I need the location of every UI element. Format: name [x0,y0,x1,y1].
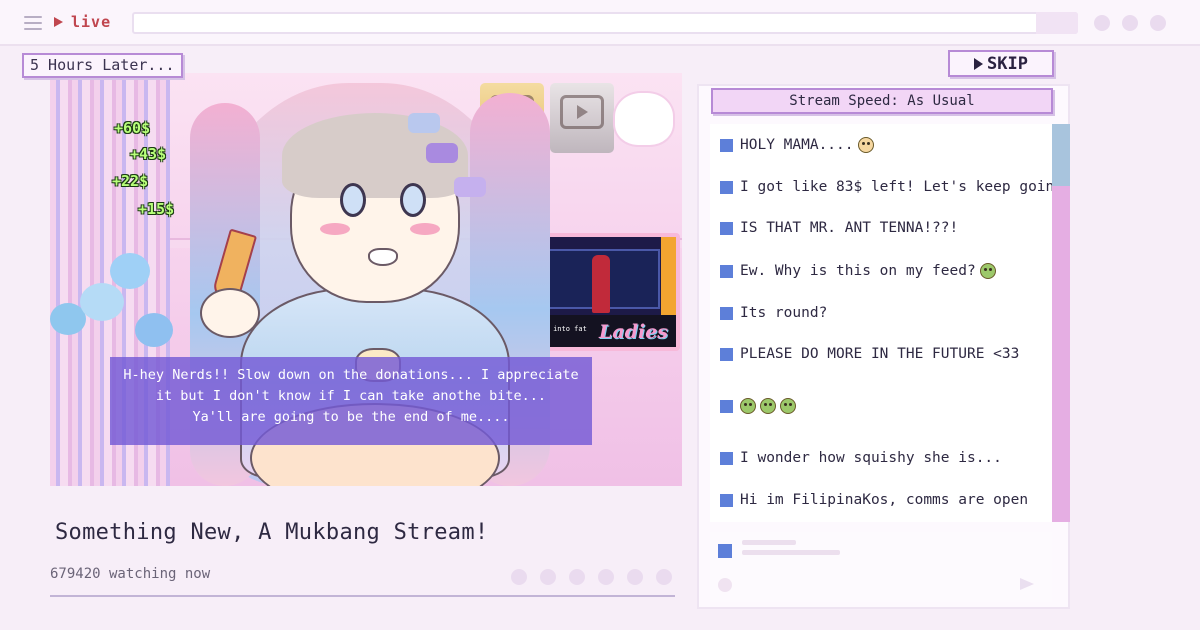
chat-message: Hi im FilipinaKos, comms are open [720,492,1028,508]
play-icon [974,57,984,70]
sick-face-emoji-icon [780,398,796,414]
character-hand [200,288,260,338]
window-dot-1[interactable] [1094,15,1110,31]
play-icon [54,17,63,27]
live-label: live [71,13,112,31]
character-eye-left [340,183,366,217]
chat-message: Ew. Why is this on my feed? [720,263,996,279]
monitor-figure [592,255,610,313]
chat-message: IS THAT MR. ANT TENNA!??! [720,220,958,236]
chat-scroll-thumb[interactable] [1052,124,1070,186]
chat-message-text: IS THAT MR. ANT TENNA!??! [740,220,959,236]
viewer-count: 679420 watching now [50,566,211,582]
chat-message: Its round? [720,305,827,321]
chat-message [720,398,796,414]
window-dot-2[interactable] [1122,15,1138,31]
hair-bow-icon [454,177,486,197]
browser-top-bar: live [0,0,1200,46]
action-dot[interactable] [511,569,527,585]
input-placeholder-line [742,550,840,555]
heart-balloon [80,283,124,321]
action-dot[interactable] [627,569,643,585]
video-player[interactable]: ♥ im into fat Ladies +60$ +43$ +22$ +15$… [50,73,682,486]
user-square-icon [720,306,733,320]
chat-scrollbar[interactable] [1052,124,1070,522]
monitor-logo-text: Ladies [599,321,668,343]
subtitle-line: it but I don't know if I can take anothe… [155,388,547,404]
stream-speed-bar: Stream Speed: As Usual [711,88,1053,114]
stream-title: Something New, A Mukbang Stream! [55,520,489,545]
chat-message-text: I wonder how squishy she is... [740,450,1002,466]
action-dot[interactable] [540,569,556,585]
user-square-icon [720,493,733,507]
user-square-icon [720,451,733,465]
address-bar-button[interactable] [1036,12,1078,34]
window-dot-3[interactable] [1150,15,1166,31]
donation-amount: +43$ [130,145,167,163]
subtitle-line: Ya'll are going to be the end of me.... [192,409,510,425]
sick-face-emoji-icon [760,398,776,414]
action-dot[interactable] [569,569,585,585]
title-divider [50,595,675,597]
chat-message: I got like 83$ left! Let's keep going! [720,179,1072,195]
silver-play-button-award [550,83,614,153]
chat-message-text: PLEASE DO MORE IN THE FUTURE <33 [740,346,1020,362]
subtitle-line: H-hey Nerds!! Slow down on the donations… [123,367,579,383]
cat-plush [615,93,673,145]
input-placeholder-line [742,540,796,545]
window-controls [1094,15,1166,31]
action-dot[interactable] [656,569,672,585]
action-dots [511,569,672,585]
subtitle-box: H-hey Nerds!! Slow down on the donations… [110,357,592,445]
user-square-icon [720,399,733,413]
live-indicator: live [54,13,111,31]
chat-message-text: Ew. Why is this on my feed? [740,263,976,279]
hair-bow-icon [426,143,458,163]
user-square-icon [720,264,733,278]
chat-message: I wonder how squishy she is... [720,450,1002,466]
chat-message-text: Hi im FilipinaKos, comms are open [740,492,1029,508]
character-blush [410,223,440,235]
emoji-picker-icon[interactable] [718,578,732,592]
chat-message-text: Its round? [740,305,828,321]
donation-amount: +15$ [138,200,175,218]
action-dot[interactable] [598,569,614,585]
hair-bow-icon [408,113,440,133]
chat-message-text: I got like 83$ left! Let's keep going! [740,179,1072,195]
heart-balloon [135,313,173,347]
user-square-icon [720,180,733,194]
user-square-icon [720,347,733,361]
chat-message-text: HOLY MAMA.... [740,137,854,153]
skip-button[interactable]: SKIP [948,50,1054,77]
address-bar[interactable] [132,12,1078,34]
skip-label: SKIP [987,53,1028,74]
sick-face-emoji-icon [740,398,756,414]
chat-message: HOLY MAMA.... [720,137,874,153]
sick-face-emoji-icon [979,263,996,279]
chat-input-area[interactable] [710,532,1052,602]
time-skip-tag: 5 Hours Later... [22,53,183,78]
chat-message: PLEASE DO MORE IN THE FUTURE <33 [720,346,1019,362]
heart-balloon [110,253,150,289]
character-eye-right [400,183,426,217]
donation-amount: +60$ [114,119,151,137]
chat-list[interactable]: HOLY MAMA.... I got like 83$ left! Let's… [710,124,1072,522]
character-mouth [368,248,398,266]
user-square-icon [720,138,733,152]
user-square-icon [718,544,732,558]
character-blush [320,223,350,235]
user-square-icon [720,221,733,235]
menu-icon[interactable] [24,16,42,30]
peeking-face-emoji-icon [857,137,874,153]
send-icon[interactable] [1020,578,1034,590]
donation-amount: +22$ [112,172,149,190]
